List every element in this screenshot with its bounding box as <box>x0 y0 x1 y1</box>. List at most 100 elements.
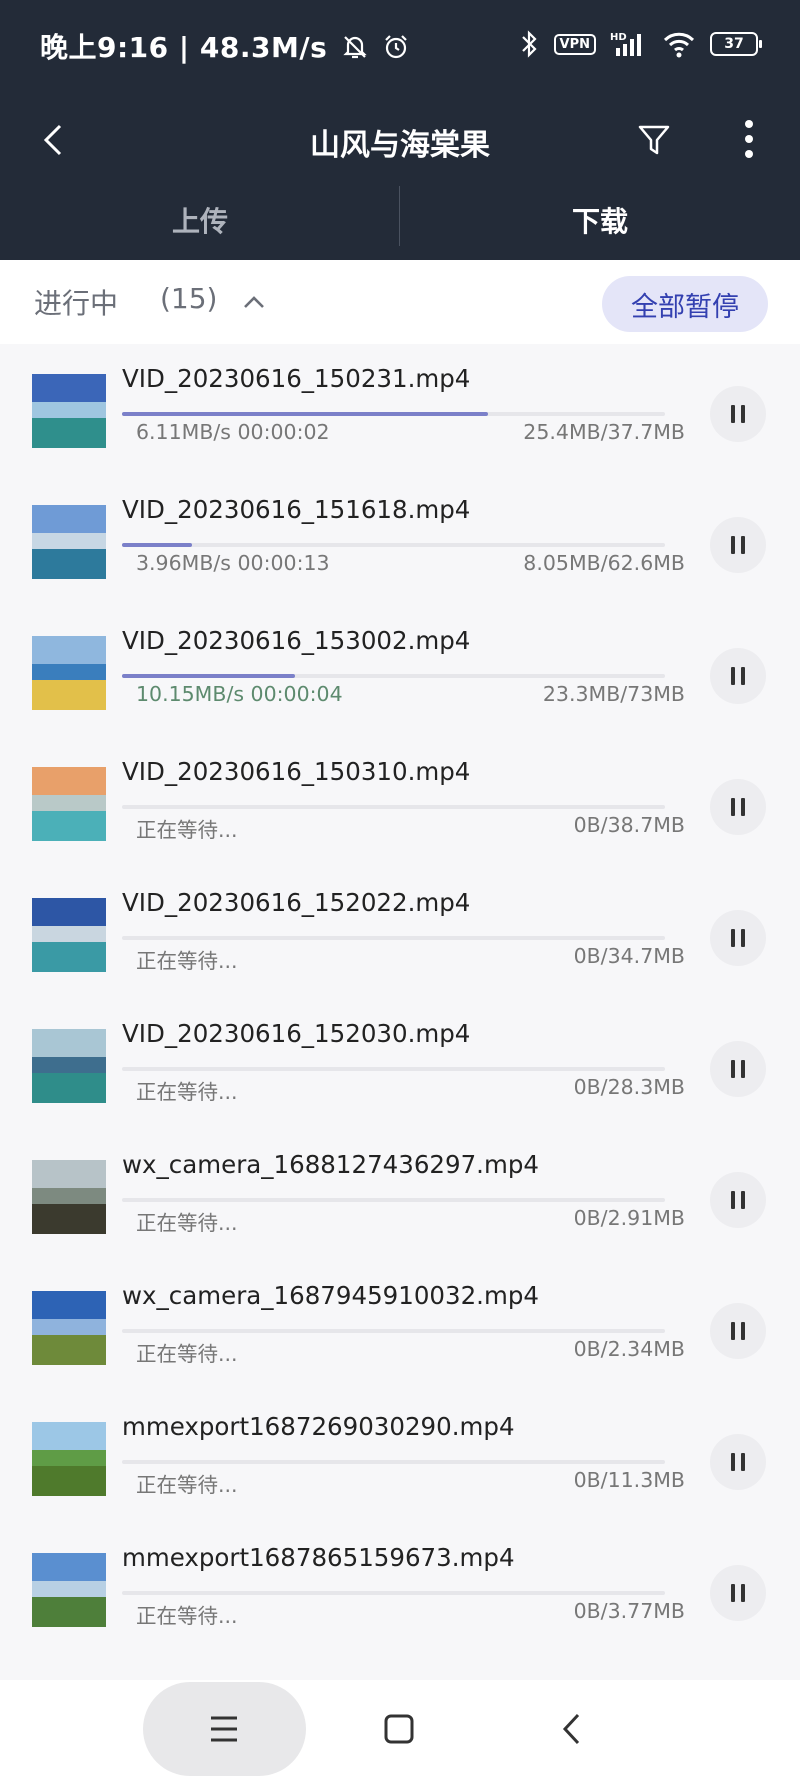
file-name: VID_20230616_151618.mp4 <box>122 495 471 524</box>
more-vert-icon[interactable] <box>734 116 764 162</box>
download-status: 10.15MB/s 00:00:04 <box>136 682 343 706</box>
file-name: VID_20230616_152030.mp4 <box>122 1019 471 1048</box>
pause-button[interactable] <box>710 386 766 442</box>
video-thumbnail <box>32 1291 106 1365</box>
file-size: 0B/34.7MB <box>573 944 685 968</box>
download-item[interactable]: VID_20230616_152030.mp4 正在等待... 0B/28.3MB <box>0 999 800 1130</box>
chevron-up-icon[interactable] <box>240 288 268 316</box>
file-size: 0B/3.77MB <box>573 1599 685 1623</box>
nav-bar: 山风与海棠果 <box>0 90 800 190</box>
video-thumbnail <box>32 1160 106 1234</box>
progress-bar <box>122 1460 665 1464</box>
download-item[interactable]: VID_20230616_153002.mp4 10.15MB/s 00:00:0… <box>0 606 800 737</box>
recents-button[interactable] <box>143 1682 306 1776</box>
pause-all-button[interactable]: 全部暂停 <box>602 276 768 332</box>
pause-button[interactable] <box>710 1172 766 1228</box>
bluetooth-icon <box>521 30 537 58</box>
pause-button[interactable] <box>710 910 766 966</box>
file-size: 0B/11.3MB <box>573 1468 685 1492</box>
filter-icon[interactable] <box>636 122 672 158</box>
download-status: 3.96MB/s 00:00:13 <box>136 551 330 575</box>
file-size: 25.4MB/37.7MB <box>523 420 685 444</box>
download-item[interactable]: wx_camera_1687945910032.mp4 正在等待... 0B/2.3… <box>0 1261 800 1392</box>
video-thumbnail <box>32 898 106 972</box>
progress-fill <box>122 674 296 678</box>
progress-bar <box>122 936 665 940</box>
download-status: 正在等待... <box>136 1342 238 1366</box>
download-item[interactable]: VID_20230616_150231.mp4 6.11MB/s 00:00:02… <box>0 344 800 475</box>
file-name: VID_20230616_153002.mp4 <box>122 626 471 655</box>
bell-muted-icon <box>343 36 368 59</box>
status-time: 晚上9:16 <box>40 31 169 64</box>
video-thumbnail <box>32 1029 106 1103</box>
home-icon[interactable] <box>384 1714 414 1744</box>
file-name: VID_20230616_150310.mp4 <box>122 757 471 786</box>
progress-bar <box>122 1329 665 1333</box>
file-size: 0B/28.3MB <box>573 1075 685 1099</box>
tab-bar: 上传 下载 <box>0 180 800 260</box>
file-size: 23.3MB/73MB <box>542 682 685 706</box>
pause-button[interactable] <box>710 1565 766 1621</box>
download-item[interactable]: VID_20230616_151618.mp4 3.96MB/s 00:00:13… <box>0 475 800 606</box>
pause-button[interactable] <box>710 1303 766 1359</box>
download-status: 正在等待... <box>136 1604 238 1628</box>
vpn-badge: VPN <box>553 33 596 55</box>
progress-fill <box>122 543 193 547</box>
progress-bar <box>122 543 665 547</box>
pause-button[interactable] <box>710 517 766 573</box>
download-status: 正在等待... <box>136 1473 238 1497</box>
download-item[interactable]: VID_20230616_150310.mp4 正在等待... 0B/38.7MB <box>0 737 800 868</box>
header-area: 晚上9:16 | 48.3M/s VPN HD 37 山风与海棠果 上传 下载 <box>0 0 800 260</box>
video-thumbnail <box>32 374 106 448</box>
video-thumbnail <box>32 767 106 841</box>
back-nav-icon[interactable] <box>560 1712 584 1746</box>
tab-upload[interactable]: 上传 <box>0 180 400 260</box>
download-item[interactable]: mmexport1687865159673.mp4 正在等待... 0B/3.77M… <box>0 1523 800 1654</box>
wifi-icon <box>663 32 695 58</box>
file-name: mmexport1687865159673.mp4 <box>122 1543 515 1572</box>
download-status: 正在等待... <box>136 1211 238 1235</box>
in-progress-section-header: 进行中 (15) 全部暂停 <box>0 260 800 344</box>
system-nav-bar <box>0 1680 800 1778</box>
progress-bar <box>122 412 665 416</box>
pause-button[interactable] <box>710 648 766 704</box>
pause-button[interactable] <box>710 1434 766 1490</box>
download-item[interactable]: VID_20230616_152022.mp4 正在等待... 0B/34.7MB <box>0 868 800 999</box>
file-name: wx_camera_1688127436297.mp4 <box>122 1150 539 1179</box>
file-size: 0B/2.91MB <box>573 1206 685 1230</box>
section-count: (15) <box>160 282 218 315</box>
video-thumbnail <box>32 1422 106 1496</box>
alarm-icon <box>384 35 407 59</box>
video-thumbnail <box>32 1553 106 1627</box>
file-name: VID_20230616_150231.mp4 <box>122 364 471 393</box>
file-name: VID_20230616_152022.mp4 <box>122 888 471 917</box>
video-thumbnail <box>32 636 106 710</box>
page-title: 山风与海棠果 <box>310 128 490 163</box>
menu-icon <box>211 1716 237 1742</box>
file-name: wx_camera_1687945910032.mp4 <box>122 1281 539 1310</box>
download-status: 正在等待... <box>136 949 238 973</box>
download-item[interactable]: wx_camera_1688127436297.mp4 正在等待... 0B/2.9… <box>0 1130 800 1261</box>
video-thumbnail <box>32 505 106 579</box>
download-status: 6.11MB/s 00:00:02 <box>136 420 330 444</box>
status-net-speed: 48.3M/s <box>199 31 328 64</box>
file-size: 0B/38.7MB <box>573 813 685 837</box>
download-status: 正在等待... <box>136 1080 238 1104</box>
svg-text:HD: HD <box>610 32 627 43</box>
section-title: 进行中 <box>34 287 119 320</box>
signal-icon: HD <box>610 32 641 56</box>
download-status: 正在等待... <box>136 818 238 842</box>
file-name: mmexport1687269030290.mp4 <box>122 1412 515 1441</box>
status-bar: 晚上9:16 | 48.3M/s VPN HD 37 <box>0 0 800 90</box>
progress-fill <box>122 412 488 416</box>
file-size: 0B/2.34MB <box>573 1337 685 1361</box>
progress-bar <box>122 1591 665 1595</box>
file-size: 8.05MB/62.6MB <box>523 551 685 575</box>
pause-button[interactable] <box>710 1041 766 1097</box>
battery-icon: 37 <box>710 32 762 56</box>
tab-download[interactable]: 下载 <box>400 180 800 260</box>
download-item[interactable]: mmexport1687269030290.mp4 正在等待... 0B/11.3M… <box>0 1392 800 1523</box>
pause-button[interactable] <box>710 779 766 835</box>
progress-bar <box>122 805 665 809</box>
progress-bar <box>122 1198 665 1202</box>
